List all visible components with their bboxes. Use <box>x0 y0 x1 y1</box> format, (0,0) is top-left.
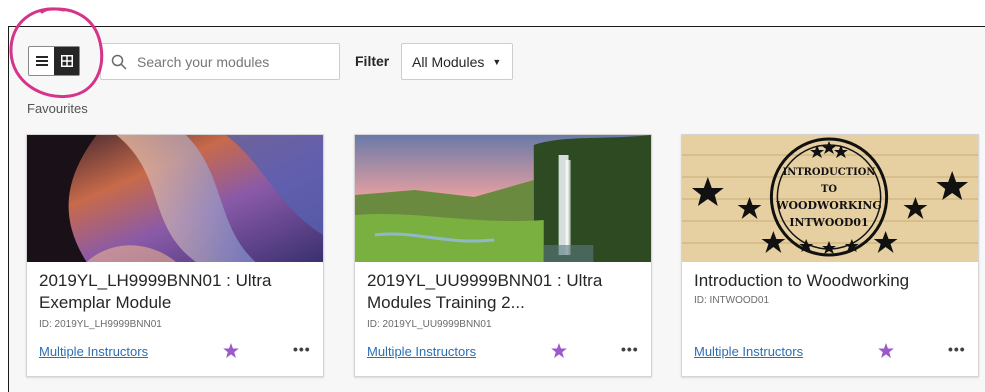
module-title[interactable]: 2019YL_LH9999BNN01 : Ultra Exemplar Modu… <box>39 270 315 314</box>
image-text-line: INTWOOD01 <box>789 216 868 229</box>
module-image <box>27 135 323 262</box>
search-input[interactable]: Search your modules <box>137 54 269 70</box>
instructors-link[interactable]: Multiple Instructors <box>367 344 476 359</box>
more-options-icon[interactable]: ••• <box>948 341 966 357</box>
chevron-down-icon: ▼ <box>492 56 502 67</box>
module-id: ID: 2019YL_UU9999BNN01 <box>367 319 492 330</box>
favourite-star-icon[interactable] <box>551 343 567 363</box>
filter-selected-value: All Modules <box>412 53 485 70</box>
module-id: ID: 2019YL_LH9999BNN01 <box>39 319 162 330</box>
image-text-line: TO <box>821 184 837 195</box>
filter-label: Filter <box>355 53 390 69</box>
module-card[interactable]: 2019YL_UU9999BNN01 : Ultra Modules Train… <box>354 134 652 377</box>
favourite-star-icon[interactable] <box>878 343 894 363</box>
list-view-button[interactable] <box>29 47 54 75</box>
instructors-link[interactable]: Multiple Instructors <box>694 344 803 359</box>
search-icon <box>111 54 127 70</box>
module-card[interactable]: INTRODUCTION TO WOODWORKING INTWOOD01 In… <box>681 134 979 377</box>
module-image: INTRODUCTION TO WOODWORKING INTWOOD01 <box>682 135 978 262</box>
module-id: ID: INTWOOD01 <box>694 295 770 306</box>
filter-dropdown[interactable]: All Modules ▼ <box>401 43 513 80</box>
list-icon <box>35 56 48 66</box>
image-text-line: WOODWORKING <box>775 199 881 212</box>
more-options-icon[interactable]: ••• <box>293 341 311 357</box>
search-field[interactable]: Search your modules <box>100 43 340 80</box>
instructors-link[interactable]: Multiple Instructors <box>39 344 148 359</box>
more-options-icon[interactable]: ••• <box>621 341 639 357</box>
favourite-star-icon[interactable] <box>223 343 239 363</box>
module-image <box>355 135 651 262</box>
favourites-heading: Favourites <box>27 101 88 116</box>
module-card[interactable]: 2019YL_LH9999BNN01 : Ultra Exemplar Modu… <box>26 134 324 377</box>
grid-icon <box>60 55 73 67</box>
module-title[interactable]: 2019YL_UU9999BNN01 : Ultra Modules Train… <box>367 270 643 314</box>
image-text-line: INTRODUCTION <box>783 167 876 178</box>
module-title[interactable]: Introduction to Woodworking <box>694 270 970 292</box>
grid-view-button[interactable] <box>54 47 79 75</box>
view-toggle <box>28 46 80 76</box>
